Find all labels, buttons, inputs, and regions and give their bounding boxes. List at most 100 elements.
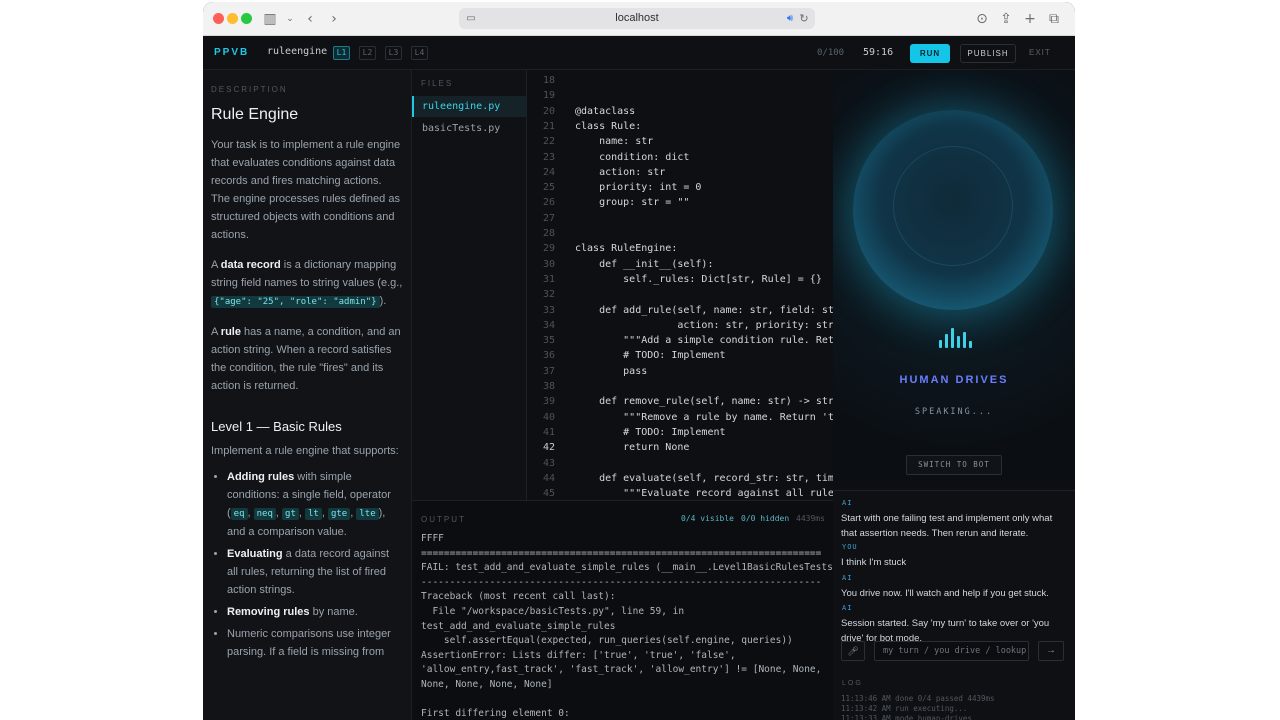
chevron-down-icon[interactable]: ⌄ [281, 10, 299, 28]
code-text: action: str, priority: str [575, 319, 833, 331]
list-item: Removing rules by name. [227, 603, 403, 621]
log-label: LOG [842, 680, 863, 687]
code-line[interactable]: 24 action: str [527, 165, 833, 180]
close-window-button[interactable] [213, 13, 224, 24]
level-heading: Level 1 — Basic Rules [211, 419, 342, 434]
switch-to-bot-button[interactable]: SWITCH TO BOT [906, 455, 1002, 475]
code-line[interactable]: 39 def remove_rule(self, name: str) -> s… [527, 394, 833, 409]
hidden-tests-count: 0/0 hidden [741, 514, 790, 523]
level-tab-1[interactable]: L1 [333, 46, 350, 60]
zoom-window-button[interactable] [241, 13, 252, 24]
mic-button[interactable]: 🎤︎ [841, 641, 865, 661]
line-number: 40 [542, 411, 555, 423]
code-line[interactable]: 41 # TODO: Implement [527, 425, 833, 440]
code-line[interactable]: 38 [527, 379, 833, 394]
browser-window: ▥ ⌄ ‹ › ▭ localhost 🔊︎ ↻ ⊙ ⇪ + ⧉ PPVB ru… [203, 2, 1075, 720]
code-text: def add_rule(self, name: str, field: str [575, 304, 833, 316]
line-number: 39 [542, 396, 555, 408]
line-number: 19 [542, 90, 555, 102]
line-number: 21 [542, 120, 555, 132]
line-number: 28 [542, 228, 555, 239]
forward-icon[interactable]: › [325, 10, 343, 28]
orb-ring [893, 146, 1013, 266]
code-line[interactable]: 19 [527, 88, 833, 103]
rule-paragraph: A rule has a name, a condition, and an a… [211, 326, 401, 392]
level-tab-4[interactable]: L4 [411, 46, 428, 60]
level-tab-3[interactable]: L3 [385, 46, 402, 60]
code-line[interactable]: 27 [527, 211, 833, 226]
line-number: 44 [542, 472, 555, 484]
code-line[interactable]: 25 priority: int = 0 [527, 180, 833, 195]
code-line[interactable]: 34 action: str, priority: str [527, 318, 833, 333]
line-number: 37 [542, 365, 555, 377]
code-text: name: str [575, 136, 654, 148]
publish-button[interactable]: PUBLISH [960, 44, 1016, 63]
output-line: Traceback (most recent call last): [421, 591, 616, 603]
download-icon[interactable]: ⊙ [973, 10, 991, 28]
code-line[interactable]: 44 def evaluate(self, record_str: str, t… [527, 471, 833, 486]
code-line[interactable]: 26 group: str = "" [527, 195, 833, 210]
chat-sender: YOU [842, 543, 858, 551]
line-number: 36 [542, 350, 555, 362]
run-duration: 4439ms [796, 514, 825, 523]
code-line[interactable]: 32 [527, 287, 833, 302]
code-line[interactable]: 18 [527, 73, 833, 88]
code-line[interactable]: 45 """Evaluate record against all rules [527, 486, 833, 500]
output-line: test_add_and_evaluate_simple_rules [421, 620, 616, 632]
send-button[interactable]: → [1038, 641, 1064, 661]
tabs-overview-icon[interactable]: ⧉ [1045, 10, 1063, 28]
chat-sender: AI [842, 499, 853, 507]
output-line: AssertionError: Lists differ: ['true', '… [421, 649, 736, 661]
output-line: None, None, None, None] [421, 679, 553, 690]
voice-panel: HUMAN DRIVES SPEAKING... SWITCH TO BOT [833, 70, 1075, 490]
level-intro: Implement a rule engine that supports: [211, 445, 399, 457]
code-text: def evaluate(self, record_str: str, time [575, 472, 833, 484]
minimize-window-button[interactable] [227, 13, 238, 24]
code-line[interactable]: 42 return None [527, 440, 833, 455]
reload-icon[interactable]: ↻ [795, 10, 813, 28]
files-label: FILES [421, 79, 454, 88]
log-line: 11:13:42 AM run executing... [841, 704, 968, 713]
output-line: 'allow_entry,fast_track', 'fast_track', … [421, 664, 822, 676]
level-tab-2[interactable]: L2 [359, 46, 376, 60]
project-name: ruleengine [267, 46, 328, 57]
chat-input[interactable]: my turn / you drive / lookup [874, 641, 1029, 661]
code-text: action: str [575, 166, 666, 178]
code-line[interactable]: 33 def add_rule(self, name: str, field: … [527, 303, 833, 318]
code-line[interactable]: 31 self._rules: Dict[str, Rule] = {} [527, 272, 833, 287]
exit-button[interactable]: EXIT [1029, 48, 1051, 57]
code-text: def __init__(self): [575, 258, 714, 270]
file-item-basictests[interactable]: basicTests.py [412, 118, 526, 139]
output-panel: OUTPUT 0/4 visible 0/0 hidden 4439ms FFF… [412, 500, 833, 720]
code-line[interactable]: 35 """Add a simple condition rule. Retu [527, 333, 833, 348]
code-line[interactable]: 29 class RuleEngine: [527, 241, 833, 256]
code-line[interactable]: 21 class Rule: [527, 119, 833, 134]
line-number: 41 [542, 426, 555, 438]
address-bar[interactable]: ▭ localhost 🔊︎ ↻ [459, 8, 815, 29]
code-line[interactable]: 43 [527, 456, 833, 471]
new-tab-icon[interactable]: + [1021, 10, 1039, 28]
code-text: pass [575, 365, 648, 377]
code-line[interactable]: 40 """Remove a rule by name. Return 'tr [527, 410, 833, 425]
code-text: # TODO: Implement [575, 350, 726, 362]
code-text: return None [575, 442, 690, 454]
code-line[interactable]: 28 [527, 226, 833, 241]
code-line[interactable]: 30 def __init__(self): [527, 257, 833, 272]
line-number: 38 [542, 381, 555, 392]
requirements-list: Adding rules with simple conditions: a s… [211, 468, 403, 661]
share-icon[interactable]: ⇪ [997, 10, 1015, 28]
code-line[interactable]: 20 @dataclass [527, 104, 833, 119]
file-item-ruleengine[interactable]: ruleengine.py [412, 96, 526, 117]
code-line[interactable]: 23 condition: dict [527, 150, 833, 165]
back-icon[interactable]: ‹ [301, 10, 319, 28]
output-line: File "/workspace/basicTests.py", line 59… [421, 606, 685, 617]
run-button[interactable]: RUN [910, 44, 950, 63]
chat-message: You drive now. I'll watch and help if yo… [841, 588, 1049, 599]
line-number: 33 [542, 304, 555, 316]
sidebar-icon[interactable]: ▥ [261, 10, 279, 28]
code-line[interactable]: 37 pass [527, 364, 833, 379]
code-line[interactable]: 36 # TODO: Implement [527, 348, 833, 363]
code-line[interactable]: 22 name: str [527, 134, 833, 149]
code-editor[interactable]: 18 19 20 @dataclass 21 class Rule: 22 name: st… [527, 70, 833, 500]
line-number: 35 [542, 335, 555, 347]
